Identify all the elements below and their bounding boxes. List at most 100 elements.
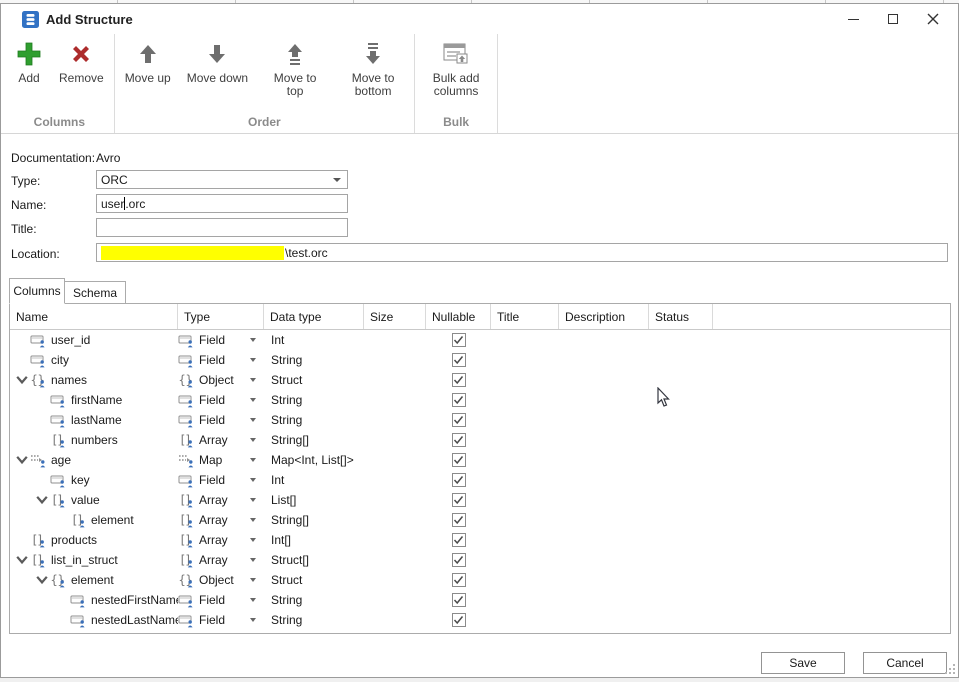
description-cell[interactable] [559,430,649,450]
filler-cell[interactable] [713,550,950,570]
type-dropdown-cell[interactable]: {} Object [178,570,264,590]
data-type-cell[interactable]: Int [264,330,364,350]
filler-cell[interactable] [713,570,950,590]
expander-icon[interactable] [14,552,30,568]
tab-columns[interactable]: Columns [9,278,65,304]
nullable-checkbox[interactable] [451,493,466,507]
size-cell[interactable] [364,610,426,630]
size-cell[interactable] [364,590,426,610]
description-cell[interactable] [559,450,649,470]
expander-icon[interactable] [34,492,50,508]
tab-schema[interactable]: Schema [64,281,126,304]
filler-cell[interactable] [713,350,950,370]
type-dropdown-cell[interactable]: Field [178,470,264,490]
title-cell[interactable] [491,450,559,470]
description-cell[interactable] [559,350,649,370]
title-cell[interactable] [491,570,559,590]
add-button[interactable]: Add [7,34,51,87]
column-header-data-type[interactable]: Data type [264,304,364,329]
column-header-title[interactable]: Title [491,304,559,329]
nullable-checkbox[interactable] [451,353,466,367]
title-input[interactable] [96,218,348,237]
status-cell[interactable] [649,470,713,490]
location-input[interactable]: \test.orc [96,243,948,262]
filler-cell[interactable] [713,390,950,410]
column-header-name[interactable]: Name [10,304,178,329]
data-type-cell[interactable]: String [264,610,364,630]
type-combobox[interactable]: ORC [96,170,348,189]
data-type-cell[interactable]: String [264,390,364,410]
size-cell[interactable] [364,450,426,470]
filler-cell[interactable] [713,330,950,350]
name-cell[interactable]: lastName [10,410,178,430]
title-cell[interactable] [491,510,559,530]
title-cell[interactable] [491,330,559,350]
data-type-cell[interactable]: Struct[] [264,550,364,570]
name-input[interactable]: user .orc [96,194,348,213]
size-cell[interactable] [364,550,426,570]
name-cell[interactable]: {} element [10,570,178,590]
remove-button[interactable]: Remove [51,34,112,87]
size-cell[interactable] [364,430,426,450]
nullable-checkbox[interactable] [451,613,466,627]
name-cell[interactable]: [] products [10,530,178,550]
type-dropdown-cell[interactable]: Field [178,350,264,370]
filler-cell[interactable] [713,470,950,490]
size-cell[interactable] [364,530,426,550]
move-up-button[interactable]: Move up [117,34,179,87]
move-to-top-button[interactable]: Move to top [256,34,334,100]
title-cell[interactable] [491,470,559,490]
nullable-checkbox[interactable] [451,513,466,527]
type-dropdown-cell[interactable]: Field [178,390,264,410]
status-cell[interactable] [649,590,713,610]
description-cell[interactable] [559,410,649,430]
description-cell[interactable] [559,550,649,570]
status-cell[interactable] [649,490,713,510]
type-dropdown-cell[interactable]: Map [178,450,264,470]
size-cell[interactable] [364,570,426,590]
data-type-cell[interactable]: String[] [264,510,364,530]
description-cell[interactable] [559,490,649,510]
name-cell[interactable]: [] list_in_struct [10,550,178,570]
title-cell[interactable] [491,590,559,610]
status-cell[interactable] [649,570,713,590]
nullable-checkbox[interactable] [451,373,466,387]
size-cell[interactable] [364,410,426,430]
data-type-cell[interactable]: Int[] [264,530,364,550]
name-cell[interactable]: firstName [10,390,178,410]
nullable-checkbox[interactable] [451,433,466,447]
filler-cell[interactable] [713,530,950,550]
title-cell[interactable] [491,370,559,390]
data-type-cell[interactable]: Struct [264,370,364,390]
column-header-size[interactable]: Size [364,304,426,329]
type-dropdown-cell[interactable]: Field [178,330,264,350]
nullable-checkbox[interactable] [451,593,466,607]
data-type-cell[interactable]: Int [264,470,364,490]
description-cell[interactable] [559,590,649,610]
column-header-nullable[interactable]: Nullable [426,304,491,329]
nullable-checkbox[interactable] [451,553,466,567]
type-dropdown-cell[interactable]: [] Array [178,550,264,570]
column-header-status[interactable]: Status [649,304,713,329]
description-cell[interactable] [559,470,649,490]
description-cell[interactable] [559,330,649,350]
title-cell[interactable] [491,610,559,630]
filler-cell[interactable] [713,370,950,390]
data-type-cell[interactable]: String[] [264,430,364,450]
name-cell[interactable]: nestedLastName [10,610,178,630]
title-cell[interactable] [491,390,559,410]
type-dropdown-cell[interactable]: [] Array [178,510,264,530]
name-cell[interactable]: user_id [10,330,178,350]
data-type-cell[interactable]: Map<Int, List[]> [264,450,364,470]
size-cell[interactable] [364,330,426,350]
type-dropdown-cell[interactable]: Field [178,590,264,610]
status-cell[interactable] [649,530,713,550]
filler-cell[interactable] [713,410,950,430]
nullable-checkbox[interactable] [451,473,466,487]
filler-cell[interactable] [713,590,950,610]
type-dropdown-cell[interactable]: [] Array [178,530,264,550]
expander-icon[interactable] [14,372,30,388]
type-dropdown-cell[interactable]: Field [178,410,264,430]
data-type-cell[interactable]: String [264,410,364,430]
move-to-bottom-button[interactable]: Move to bottom [334,34,412,100]
